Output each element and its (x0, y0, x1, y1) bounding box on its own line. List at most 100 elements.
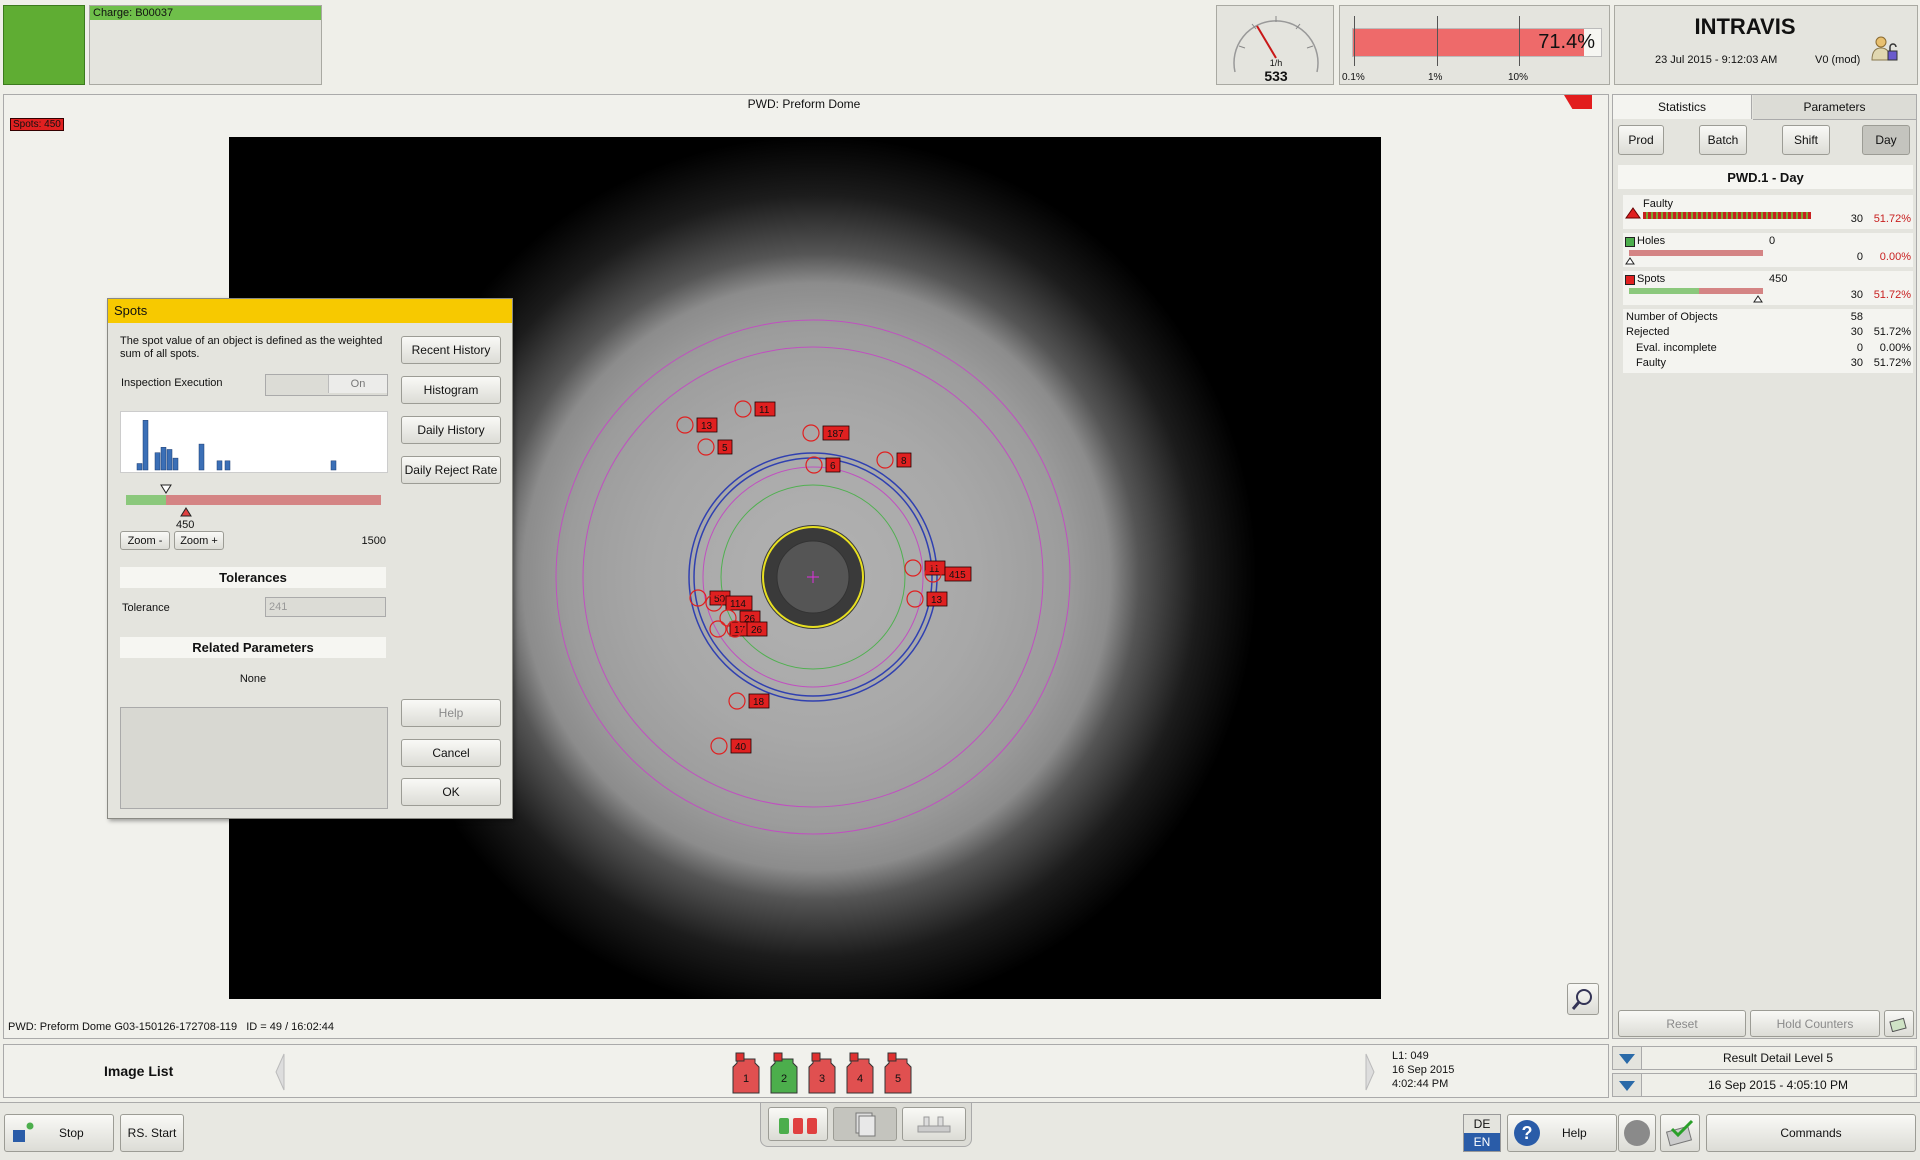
zoom-in-button[interactable]: Zoom + (174, 531, 224, 550)
result-detail-label: Result Detail Level 5 (1641, 1047, 1914, 1069)
tab-parameters[interactable]: Parameters (1753, 95, 1916, 120)
image-thumb[interactable]: 3 (805, 1049, 839, 1095)
stat-count: 30 (1850, 357, 1863, 369)
spots-row: Spots 450 30 51.72% (1623, 271, 1913, 305)
stop-status-icon (13, 1122, 34, 1142)
result-datetime-row[interactable]: 16 Sep 2015 - 4:05:10 PM (1612, 1073, 1917, 1097)
faulty-count: 30 (1850, 213, 1863, 225)
zoom-icon[interactable] (1567, 983, 1599, 1015)
preform-thumb-icon (808, 1052, 836, 1094)
spot-marker[interactable]: 11 (734, 400, 776, 418)
stop-label: Stop (59, 1126, 84, 1140)
period-day-button[interactable]: Day (1862, 125, 1910, 155)
tolerance-marker-icon[interactable] (160, 484, 172, 494)
faulty-label: Faulty (1643, 198, 1673, 210)
spots-count: 30 (1850, 289, 1863, 301)
stat-label: Faulty (1636, 357, 1666, 369)
zoom-out-button[interactable]: Zoom - (120, 531, 170, 550)
histogram-bar (216, 460, 223, 471)
image-view-icon[interactable] (833, 1107, 897, 1141)
spot-marker[interactable]: 13 (906, 590, 948, 608)
tab-statistics[interactable]: Statistics (1613, 95, 1752, 119)
header-version: V0 (mod) (1815, 54, 1861, 66)
histogram-bar (154, 452, 161, 471)
spot-marker[interactable]: 187 (802, 424, 850, 442)
histogram[interactable] (120, 411, 388, 473)
spots-limit: 450 (1769, 273, 1788, 285)
lang-de[interactable]: DE (1464, 1115, 1500, 1133)
stat-label: Number of Objects (1626, 311, 1718, 323)
status-light-icon[interactable] (1618, 1114, 1656, 1152)
stats-section-title: PWD.1 - Day (1618, 165, 1913, 189)
stat-label: Rejected (1626, 326, 1670, 338)
machine-view-icon[interactable] (902, 1107, 966, 1141)
speed-value: 533 (1264, 68, 1288, 84)
export-icon[interactable] (1884, 1010, 1914, 1037)
daily-history-button[interactable]: Daily History (401, 416, 501, 444)
inspection-toggle[interactable]: On (265, 374, 388, 396)
result-detail-row[interactable]: Result Detail Level 5 (1612, 1046, 1917, 1070)
histogram-button[interactable]: Histogram (401, 376, 501, 404)
stat-percent: 51.72% (1873, 326, 1911, 338)
rs-start-button[interactable]: RS. Start (120, 1114, 184, 1152)
svg-text:8: 8 (901, 456, 907, 467)
spot-marker[interactable]: 18 (728, 692, 770, 710)
period-batch-button[interactable]: Batch (1699, 125, 1747, 155)
image-line-info: L1: 049 (1392, 1050, 1429, 1062)
lang-en[interactable]: EN (1464, 1133, 1500, 1151)
threshold-marker-icon[interactable] (180, 507, 192, 517)
image-thumb[interactable]: 1 (729, 1049, 763, 1095)
histogram-bar (166, 449, 173, 471)
reject-rate-bar: 71.4% (1352, 28, 1602, 57)
daily-reject-rate-button[interactable]: Daily Reject Rate (401, 456, 501, 484)
image-list-bar: Image List 1 2 3 4 5 L1: 049 16 Sep 2015… (3, 1044, 1609, 1098)
svg-text:187: 187 (827, 429, 844, 440)
user-lock-icon[interactable] (1869, 34, 1899, 64)
recent-history-button[interactable]: Recent History (401, 336, 501, 364)
tolerance-input[interactable] (265, 597, 386, 617)
help-main-button[interactable]: ? Help (1507, 1114, 1617, 1152)
preform-view-icon[interactable] (768, 1107, 828, 1141)
period-shift-button[interactable]: Shift (1782, 125, 1830, 155)
stop-button[interactable]: Stop (4, 1114, 114, 1152)
statistics-panel: Statistics Parameters Prod Batch Shift D… (1612, 94, 1917, 1039)
reset-button[interactable]: Reset (1618, 1010, 1746, 1037)
help-button[interactable]: Help (401, 699, 501, 727)
preform-thumb-icon (732, 1052, 760, 1094)
check-icon[interactable] (1660, 1114, 1700, 1152)
scale-tick (1354, 16, 1355, 66)
spot-marker[interactable]: 5 (697, 438, 733, 456)
scroll-right-icon[interactable] (1364, 1052, 1376, 1092)
ok-button[interactable]: OK (401, 778, 501, 806)
histogram-bar (198, 443, 205, 471)
preform-thumb-icon (846, 1052, 874, 1094)
image-thumb[interactable]: 5 (881, 1049, 915, 1095)
scale-tick (1519, 16, 1520, 66)
spot-marker[interactable]: 8 (876, 451, 912, 469)
stat-count: 58 (1850, 311, 1863, 323)
svg-text:?: ? (1522, 1123, 1533, 1143)
spot-marker[interactable]: 40 (710, 737, 752, 755)
hold-counters-button[interactable]: Hold Counters (1750, 1010, 1880, 1037)
threshold-scale[interactable] (126, 495, 381, 505)
summary-stats: Number of Objects 58 Rejected 30 51.72% … (1623, 309, 1913, 373)
charge-panel[interactable]: Charge: B00037 (89, 5, 322, 85)
thumb-number: 3 (818, 1073, 826, 1085)
spot-marker[interactable]: 6 (805, 456, 841, 474)
svg-text:5: 5 (722, 443, 728, 454)
spots-square-icon (1625, 275, 1635, 285)
period-prod-button[interactable]: Prod (1618, 125, 1664, 155)
scroll-left-icon[interactable] (274, 1052, 286, 1092)
holes-bar (1629, 250, 1763, 256)
holes-label: Holes (1637, 235, 1666, 247)
language-switch[interactable]: DE EN (1463, 1114, 1501, 1152)
image-thumb[interactable]: 2 (767, 1049, 801, 1095)
spot-marker[interactable]: 13 (676, 416, 718, 434)
view-mode-switcher (760, 1103, 972, 1147)
thumb-number: 4 (856, 1073, 864, 1085)
commands-button[interactable]: Commands (1706, 1114, 1916, 1152)
spots-label: Spots (1637, 273, 1666, 285)
viewer-footer-info: PWD: Preform Dome G03-150126-172708-119 … (8, 1021, 335, 1033)
cancel-button[interactable]: Cancel (401, 739, 501, 767)
image-thumb[interactable]: 4 (843, 1049, 877, 1095)
